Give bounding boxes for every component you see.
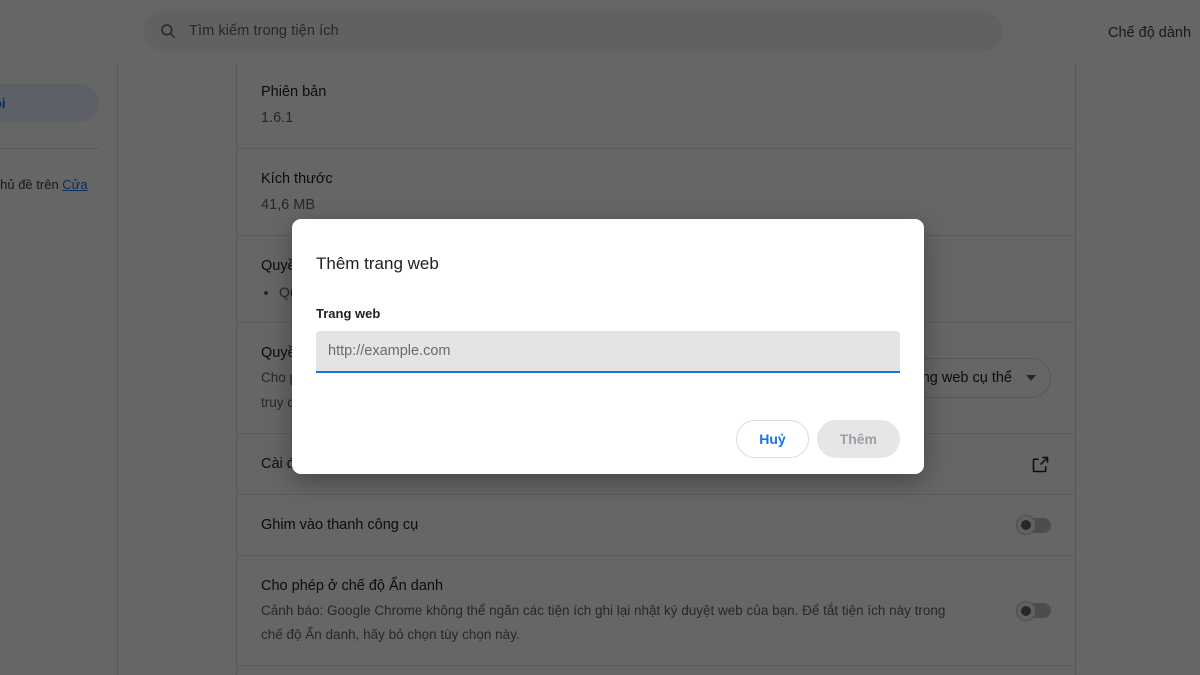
site-url-input[interactable] [328, 331, 888, 371]
cancel-button[interactable]: Huỷ [736, 420, 809, 458]
add-button[interactable]: Thêm [816, 420, 900, 458]
site-input-wrapper[interactable] [316, 331, 900, 373]
extension-details-page: Tìm kiếm trong tiện ích Chế độ dành Tiện… [0, 0, 1200, 675]
dialog-title: Thêm trang web [316, 254, 439, 273]
site-field-label: Trang web [316, 306, 381, 321]
add-site-dialog: Thêm trang web Trang web Huỷ Thêm [292, 219, 924, 474]
dialog-actions: Huỷ Thêm [316, 420, 900, 458]
